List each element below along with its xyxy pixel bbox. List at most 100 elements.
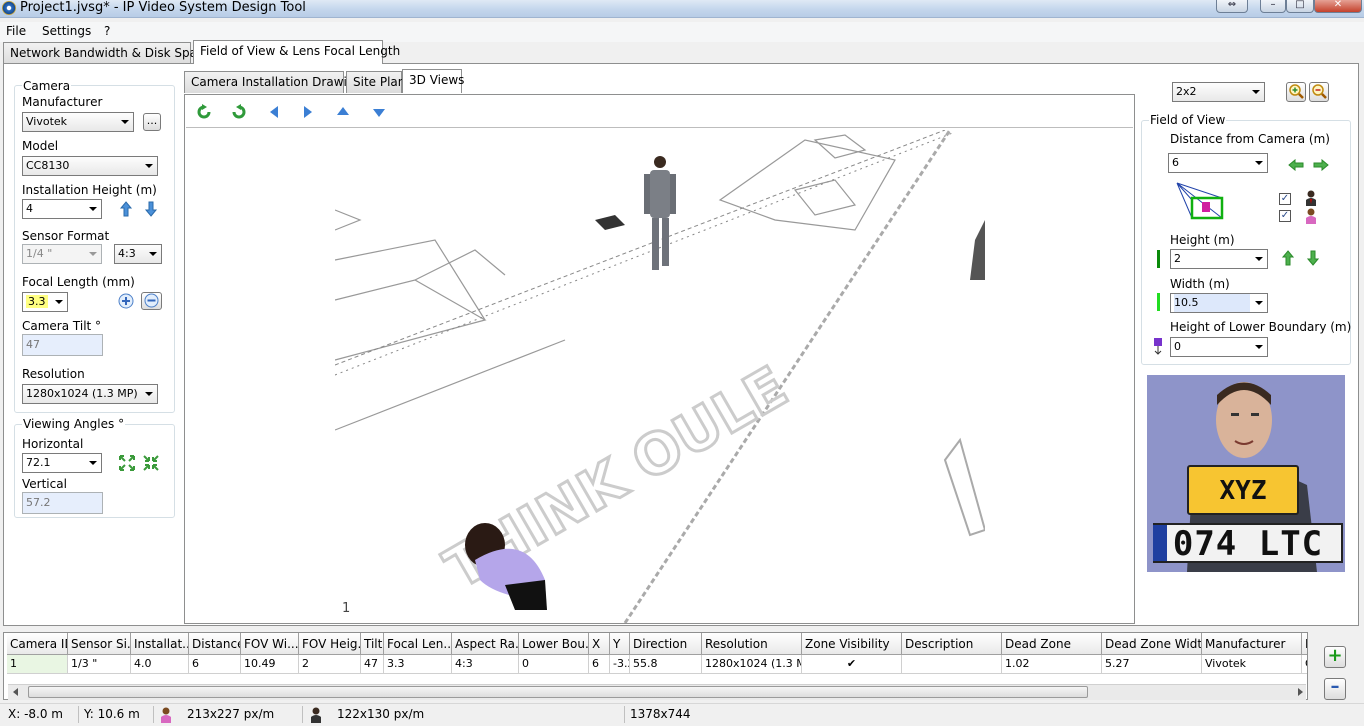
table-cell[interactable]: 47 bbox=[361, 655, 384, 674]
table-header[interactable]: Tilt bbox=[361, 633, 384, 655]
table-header[interactable]: Y bbox=[610, 633, 630, 655]
rotate-right-icon[interactable] bbox=[231, 104, 247, 120]
zoom-out-button[interactable] bbox=[141, 292, 162, 310]
plate-bottom: 074 LTC bbox=[1153, 523, 1343, 563]
table-cell[interactable] bbox=[902, 655, 1002, 674]
table-header[interactable]: Installat... bbox=[131, 633, 189, 655]
lower-boundary-select[interactable]: 0 bbox=[1170, 337, 1268, 357]
add-camera-button[interactable]: + bbox=[1324, 646, 1346, 668]
3d-scene[interactable]: THINK OULE 1 bbox=[185, 130, 1134, 623]
male-visibility-checkbox[interactable]: ✓ bbox=[1279, 193, 1291, 205]
width-select[interactable]: 10.5 bbox=[1170, 293, 1268, 313]
camera-number: 1 bbox=[342, 601, 350, 616]
table-header[interactable]: Aspect Ra... bbox=[452, 633, 519, 655]
collapse-icon[interactable] bbox=[143, 455, 159, 471]
table-header[interactable]: Resolution bbox=[702, 633, 802, 655]
aspect-ratio-select[interactable]: 4:3 bbox=[114, 244, 162, 264]
tab-field-of-view[interactable]: Field of View & Lens Focal Length bbox=[193, 40, 400, 64]
minimize-button[interactable]: – bbox=[1260, 0, 1286, 13]
restore-button[interactable]: ⇔ bbox=[1216, 0, 1248, 13]
table-header[interactable]: Focal Len... bbox=[384, 633, 452, 655]
table-cell[interactable]: Vivotek bbox=[1202, 655, 1302, 674]
close-button[interactable]: ✕ bbox=[1314, 0, 1362, 13]
resolution-select[interactable]: 1280x1024 (1.3 MP) bbox=[22, 384, 158, 404]
table-header[interactable]: X bbox=[589, 633, 610, 655]
table-cell[interactable]: 1/3 " bbox=[68, 655, 131, 674]
menu-help[interactable]: ? bbox=[104, 24, 110, 38]
table-header[interactable]: Distance bbox=[189, 633, 241, 655]
manufacturer-select[interactable]: Vivotek bbox=[22, 112, 134, 132]
manufacturer-more-button[interactable]: ... bbox=[143, 113, 161, 131]
tab-3d-views[interactable]: 3D Views bbox=[402, 69, 464, 93]
table-cell[interactable]: 2 bbox=[299, 655, 361, 674]
table-header[interactable]: FOV Heig... bbox=[299, 633, 361, 655]
install-height-select[interactable]: 4 bbox=[22, 199, 102, 219]
scroll-right-icon[interactable] bbox=[1296, 688, 1304, 696]
table-cell[interactable]: 4.0 bbox=[131, 655, 189, 674]
zoom-out-view-button[interactable] bbox=[1309, 82, 1329, 102]
pan-up-icon[interactable] bbox=[336, 106, 350, 116]
table-header[interactable]: Zone Visibility bbox=[802, 633, 902, 655]
table-cell[interactable]: 1280x1024 (1.3 MP bbox=[702, 655, 802, 674]
layout-select[interactable]: 2x2 bbox=[1172, 82, 1265, 102]
status-bar: X: -8.0 m Y: 10.6 m 213x227 px/m 122x130… bbox=[0, 703, 1364, 726]
table-header[interactable]: Sensor Si... bbox=[68, 633, 131, 655]
table-header[interactable]: M bbox=[1302, 633, 1307, 655]
pan-down-icon[interactable] bbox=[372, 108, 386, 118]
table-cell[interactable]: -3.2 bbox=[610, 655, 630, 674]
scrollbar-thumb[interactable] bbox=[28, 686, 1088, 698]
table-cell[interactable]: 1 bbox=[7, 655, 68, 674]
table-header[interactable]: Direction bbox=[630, 633, 702, 655]
focal-length-select[interactable]: 3.3 bbox=[22, 292, 68, 312]
table-header[interactable]: Dead Zone bbox=[1002, 633, 1102, 655]
pan-left-icon[interactable] bbox=[268, 105, 280, 119]
table-header[interactable]: Camera ID bbox=[7, 633, 68, 655]
zoom-in-icon[interactable] bbox=[118, 293, 134, 309]
height-select[interactable]: 2 bbox=[1170, 249, 1268, 269]
camera-tilt-field[interactable]: 47 bbox=[22, 334, 103, 356]
table-cell[interactable]: 1.02 bbox=[1002, 655, 1102, 674]
menu-settings[interactable]: Settings bbox=[42, 24, 91, 38]
model-select[interactable]: CC8130 bbox=[22, 156, 158, 176]
table-header[interactable]: Lower Bou... bbox=[519, 633, 589, 655]
green-arrow-up-icon[interactable] bbox=[1282, 250, 1294, 266]
arrow-down-icon[interactable] bbox=[144, 201, 158, 217]
viewing-angles-heading: Viewing Angles ° bbox=[22, 417, 126, 431]
table-cell[interactable]: 10.49 bbox=[241, 655, 299, 674]
arrow-left-icon[interactable] bbox=[1288, 159, 1304, 171]
green-arrow-down-icon[interactable] bbox=[1307, 250, 1319, 266]
table-cell[interactable]: C bbox=[1302, 655, 1307, 674]
field-of-view-heading: Field of View bbox=[1149, 113, 1227, 127]
table-header[interactable]: Manufacturer bbox=[1202, 633, 1302, 655]
table-cell[interactable]: 0 bbox=[519, 655, 589, 674]
manufacturer-label: Manufacturer bbox=[22, 95, 103, 109]
sensor-format-select[interactable]: 1/4 " bbox=[22, 244, 102, 264]
tab-network-bandwidth[interactable]: Network Bandwidth & Disk Space bbox=[3, 42, 211, 64]
table-cell[interactable]: 4:3 bbox=[452, 655, 519, 674]
scroll-left-icon[interactable] bbox=[12, 688, 20, 696]
rotate-left-icon[interactable] bbox=[196, 104, 212, 120]
table-header[interactable]: FOV Wi... bbox=[241, 633, 299, 655]
table-header[interactable]: Description bbox=[902, 633, 1002, 655]
menu-file[interactable]: File bbox=[6, 24, 26, 38]
remove-camera-button[interactable]: – bbox=[1324, 678, 1346, 700]
arrow-right-icon[interactable] bbox=[1313, 159, 1329, 171]
table-cell[interactable]: 6 bbox=[589, 655, 610, 674]
table-cell[interactable]: 5.27 bbox=[1102, 655, 1202, 674]
table-cell[interactable]: 55.8 bbox=[630, 655, 702, 674]
table-cell[interactable]: 6 bbox=[189, 655, 241, 674]
tab-camera-installation-drawing[interactable]: Camera Installation Drawing bbox=[184, 71, 362, 93]
female-visibility-checkbox[interactable]: ✓ bbox=[1279, 210, 1291, 222]
table-cell[interactable]: 3.3 bbox=[384, 655, 452, 674]
zoom-in-view-button[interactable] bbox=[1286, 82, 1306, 102]
zone-visibility-checkbox[interactable]: ✔ bbox=[802, 655, 902, 674]
vertical-angle-field[interactable]: 57.2 bbox=[22, 492, 103, 514]
expand-icon[interactable] bbox=[119, 455, 135, 471]
tab-site-plan[interactable]: Site Plan bbox=[346, 71, 405, 93]
arrow-up-icon[interactable] bbox=[119, 201, 133, 217]
pan-right-icon[interactable] bbox=[302, 105, 314, 119]
maximize-button[interactable]: □ bbox=[1286, 0, 1314, 13]
distance-select[interactable]: 6 bbox=[1168, 153, 1268, 173]
table-header[interactable]: Dead Zone Width bbox=[1102, 633, 1202, 655]
horizontal-angle-select[interactable]: 72.1 bbox=[22, 453, 102, 473]
